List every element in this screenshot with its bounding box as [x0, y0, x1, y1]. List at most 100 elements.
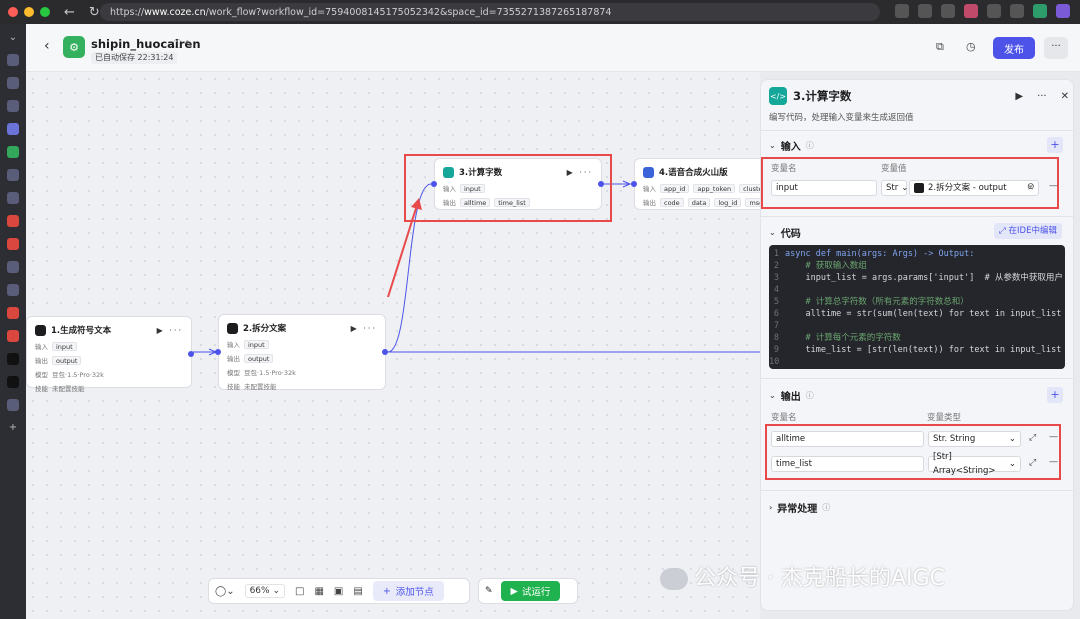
tab-icon[interactable]: [7, 261, 19, 273]
tab-icon[interactable]: [7, 215, 19, 227]
output-port[interactable]: [382, 349, 388, 355]
section-title: 输出: [780, 392, 801, 403]
node-split-text[interactable]: 2.拆分文案 ▶ ··· 输入 input 输出 output 模型 豆包·1.5·P…: [215, 314, 388, 391]
highlight-box: [404, 154, 612, 222]
tiktok-icon[interactable]: [7, 376, 19, 388]
puzzle-icon[interactable]: [987, 4, 1001, 18]
image-icon[interactable]: ▣: [334, 586, 343, 597]
minimize-window-button[interactable]: [24, 7, 34, 17]
row-label: 模型: [227, 369, 240, 377]
comment-icon[interactable]: □: [295, 586, 304, 597]
close-icon[interactable]: ✕: [1061, 91, 1069, 102]
chevron-right-icon: ›: [769, 503, 773, 512]
section-title: 异常处理: [777, 504, 818, 515]
llm-icon: [35, 324, 46, 336]
more-button[interactable]: ···: [1044, 37, 1068, 59]
watermark-text: 公众号 · 杰克船长的AIGC: [694, 566, 945, 591]
play-icon[interactable]: ▶: [1015, 91, 1023, 102]
code-line: 2 # 获取输入数组: [769, 260, 1065, 272]
line-number: 2: [773, 261, 779, 271]
tiktok-icon[interactable]: [7, 353, 19, 365]
node-actions[interactable]: ▶ ···: [157, 326, 183, 335]
line-number: 5: [773, 297, 779, 307]
row-label: 输入: [227, 341, 240, 349]
code-text: async def main(args: Args) -> Output:: [785, 249, 975, 259]
close-window-button[interactable]: [8, 7, 18, 17]
star-icon[interactable]: [941, 4, 955, 18]
exception-section-header[interactable]: › 异常处理 ⓘ: [769, 500, 830, 515]
var-tag: log_id: [714, 197, 742, 207]
code-text: alltime = str(sum(len(text) for text in …: [785, 309, 1062, 319]
zoom-icon[interactable]: [895, 4, 909, 18]
publish-button[interactable]: 发布: [993, 37, 1035, 59]
tab-icon[interactable]: [7, 100, 19, 112]
debug-icon[interactable]: ✎: [485, 586, 493, 596]
test-run-button[interactable]: ▶ 试运行: [500, 581, 561, 601]
row-label: 模型: [35, 371, 48, 379]
tab-icon[interactable]: [7, 330, 19, 342]
code-line: 6 alltime = str(sum(len(text) for text i…: [769, 308, 1065, 320]
code-editor[interactable]: 1 async def main(args: Args) -> Output: 2 …: [769, 245, 1065, 369]
output-port[interactable]: [188, 351, 194, 357]
row-label: 输出: [227, 355, 240, 363]
node-title: 2.拆分文案: [243, 324, 287, 334]
extension-icon[interactable]: [964, 4, 978, 18]
row-label: 输入: [35, 343, 48, 351]
tab-icon[interactable]: [7, 54, 19, 66]
copilot-icon[interactable]: [1056, 4, 1070, 18]
input-port[interactable]: [631, 181, 637, 187]
reader-icon[interactable]: [918, 4, 932, 18]
active-tab-icon[interactable]: [7, 123, 19, 135]
back-icon[interactable]: ←: [64, 5, 75, 20]
window-controls: [8, 7, 50, 17]
zoom-select[interactable]: 66% ⌄: [244, 584, 285, 598]
input-port[interactable]: [215, 349, 221, 355]
mouse-mode-icon[interactable]: ◯⌄: [215, 586, 235, 597]
back-icon[interactable]: ‹: [44, 38, 50, 54]
info-edit-icons[interactable]: ⓘ ✎: [173, 37, 192, 50]
run-toolbar: ✎ ▶ 试运行: [478, 578, 578, 604]
browser-extensions: [895, 4, 1070, 18]
copy-icon[interactable]: ⧉: [936, 40, 944, 54]
layout-icon[interactable]: ▦: [314, 586, 323, 597]
line-number: 3: [773, 273, 779, 283]
tab-icon[interactable]: [7, 399, 19, 411]
add-output-button[interactable]: +: [1047, 387, 1063, 403]
var-tag: output: [52, 355, 82, 365]
workflow-canvas[interactable]: 1.生成符号文本 ▶ ··· 输入 input 输出 output 模型 豆包·1.5…: [26, 72, 760, 619]
profile-icon[interactable]: [1033, 4, 1047, 18]
add-tab-icon[interactable]: +: [9, 422, 17, 433]
node-actions[interactable]: ▶ ···: [351, 324, 377, 333]
tab-icon[interactable]: [7, 307, 19, 319]
node-config-panel: </> 3.计算字数 ▶ ··· ✕ 编写代码，处理输入变量来生成返回值 ⌄ 输…: [760, 79, 1074, 611]
info-icon[interactable]: ⓘ: [806, 390, 814, 401]
add-node-button[interactable]: + 添加节点: [372, 581, 444, 601]
tab-icon[interactable]: [7, 284, 19, 296]
favorites-icon[interactable]: [1010, 4, 1024, 18]
info-icon[interactable]: ⓘ: [822, 502, 830, 513]
tab-icon[interactable]: [7, 146, 19, 158]
node-generate-text[interactable]: 1.生成符号文本 ▶ ··· 输入 input 输出 output 模型 豆包·1.5…: [26, 316, 194, 393]
input-section-header[interactable]: ⌄ 输入 ⓘ: [769, 138, 814, 153]
address-bar[interactable]: https://www.coze.cn/work_flow?workflow_i…: [100, 3, 880, 21]
llm-icon: [227, 322, 238, 334]
output-section-header[interactable]: ⌄ 输出 ⓘ: [769, 388, 814, 403]
maximize-window-button[interactable]: [40, 7, 50, 17]
minimap-icon[interactable]: ▤: [353, 586, 362, 597]
tab-icon[interactable]: [7, 192, 19, 204]
add-input-button[interactable]: +: [1047, 137, 1063, 153]
code-line: 3 input_list = args.params['input'] # 从参…: [769, 272, 1065, 284]
chevron-down-icon[interactable]: ⌄: [9, 32, 17, 43]
node-tts[interactable]: 4.语音合成火山版 输入 app_idapp_tokencluster 输出 cod…: [631, 158, 760, 210]
code-section-header[interactable]: ⌄ 代码: [769, 225, 801, 240]
edit-in-ide-button[interactable]: ⤢ 在IDE中编辑: [994, 223, 1062, 239]
history-icon[interactable]: ◷: [966, 40, 976, 53]
info-icon[interactable]: ⓘ: [806, 140, 814, 151]
var-tag: output: [244, 353, 274, 363]
more-icon[interactable]: ···: [1037, 91, 1047, 102]
reload-icon[interactable]: ↻: [89, 5, 100, 20]
tab-icon[interactable]: [7, 169, 19, 181]
tab-icon[interactable]: [7, 77, 19, 89]
tab-icon[interactable]: [7, 238, 19, 250]
node-title: 1.生成符号文本: [51, 326, 112, 336]
